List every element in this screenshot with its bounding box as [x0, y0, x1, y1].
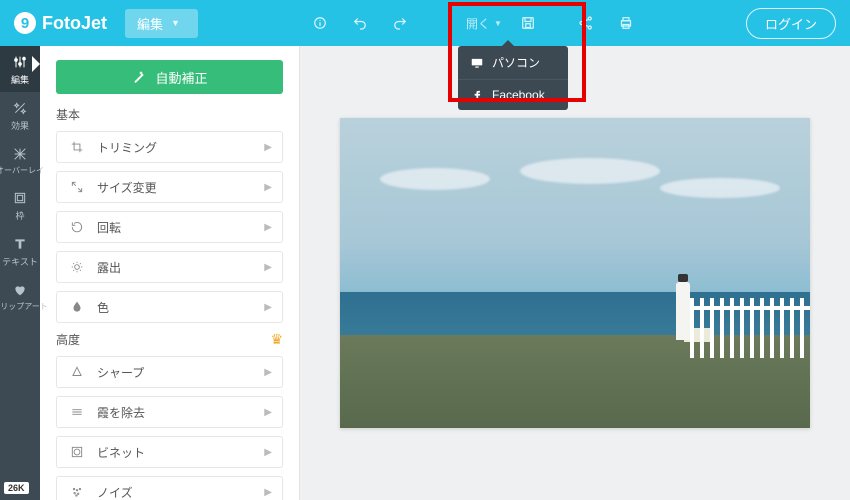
caret-down-icon: ▼ [494, 19, 502, 28]
auto-fix-button[interactable]: 自動補正 [56, 60, 283, 94]
top-center-tools: 開く ▼ ログイン [300, 0, 850, 46]
row-color-label: 色 [97, 299, 109, 316]
rail-overlay[interactable]: オーバーレイ [0, 138, 40, 182]
open-from-computer[interactable]: パソコン [458, 46, 568, 79]
row-dehaze[interactable]: 霞を除去 ▶ [56, 396, 283, 428]
rail-text-label: テキスト [2, 255, 38, 268]
row-crop[interactable]: トリミング ▶ [56, 131, 283, 163]
row-noise[interactable]: ノイズ ▶ [56, 476, 283, 500]
app-body: 編集 効果 オーバーレイ 枠 テキスト クリップアート 26K [0, 46, 850, 500]
share-icon[interactable] [566, 0, 606, 46]
facebook-icon [470, 88, 484, 102]
row-resize[interactable]: サイズ変更 ▶ [56, 171, 283, 203]
chevron-right-icon: ▶ [264, 182, 272, 193]
resize-icon [67, 180, 87, 194]
rail-text[interactable]: テキスト [0, 228, 40, 274]
chevron-right-icon: ▶ [264, 447, 272, 458]
open-from-facebook[interactable]: Facebook [458, 79, 568, 110]
rail-clipart-label: クリップアート [0, 301, 48, 312]
rail-clipart[interactable]: クリップアート [0, 274, 40, 318]
logo-icon: 9 [14, 12, 36, 34]
monitor-icon [470, 56, 484, 70]
chevron-right-icon: ▶ [264, 262, 272, 273]
color-icon [67, 300, 87, 314]
wand-icon [131, 69, 147, 85]
row-resize-label: サイズ変更 [97, 179, 157, 196]
rail-frame[interactable]: 枠 [0, 182, 40, 228]
redo-icon[interactable] [380, 0, 420, 46]
open-from-computer-label: パソコン [492, 54, 540, 71]
edit-panel: 自動補正 基本 トリミング ▶ サイズ変更 ▶ 回転 [40, 46, 300, 500]
hint-icon[interactable] [300, 0, 340, 46]
chevron-right-icon: ▶ [264, 367, 272, 378]
row-exposure[interactable]: 露出 ▶ [56, 251, 283, 283]
noise-icon [67, 485, 87, 499]
rotate-icon [67, 220, 87, 234]
row-crop-label: トリミング [97, 139, 157, 156]
basic-section-title: 基本 [56, 106, 283, 123]
brand-name: FotoJet [42, 13, 107, 34]
row-sharpen-label: シャープ [97, 364, 144, 381]
rail-counter-badge: 26K [4, 482, 29, 494]
print-icon[interactable] [606, 0, 646, 46]
row-noise-label: ノイズ [97, 484, 133, 500]
rail-effect[interactable]: 効果 [0, 92, 40, 138]
advanced-section-title: 高度 ♛ [56, 331, 283, 348]
mode-label: 編集 [137, 14, 163, 33]
open-menu[interactable]: 開く ▼ [460, 0, 508, 46]
caret-down-icon: ▼ [171, 18, 180, 28]
row-sharpen[interactable]: シャープ ▶ [56, 356, 283, 388]
login-button[interactable]: ログイン [746, 8, 836, 39]
chevron-right-icon: ▶ [264, 407, 272, 418]
row-vignette[interactable]: ビネット ▶ [56, 436, 283, 468]
row-rotate[interactable]: 回転 ▶ [56, 211, 283, 243]
left-rail: 編集 効果 オーバーレイ 枠 テキスト クリップアート 26K [0, 46, 40, 500]
dehaze-icon [67, 405, 87, 419]
row-exposure-label: 露出 [97, 259, 121, 276]
top-bar: 9 FotoJet 編集 ▼ 開く ▼ [0, 0, 850, 46]
login-label: ログイン [765, 17, 817, 32]
rail-effect-label: 効果 [11, 119, 29, 132]
rail-frame-label: 枠 [15, 209, 24, 222]
basic-section-label: 基本 [56, 106, 80, 123]
vignette-icon [67, 445, 87, 459]
chevron-right-icon: ▶ [264, 487, 272, 498]
row-color[interactable]: 色 ▶ [56, 291, 283, 323]
row-rotate-label: 回転 [97, 219, 121, 236]
canvas-area [300, 46, 850, 500]
crop-icon [67, 140, 87, 154]
sharpen-icon [67, 365, 87, 379]
exposure-icon [67, 260, 87, 274]
rail-edit[interactable]: 編集 [0, 46, 40, 92]
chevron-right-icon: ▶ [264, 222, 272, 233]
rail-overlay-label: オーバーレイ [0, 165, 44, 176]
row-vignette-label: ビネット [97, 444, 145, 461]
logo[interactable]: 9 FotoJet [0, 12, 121, 34]
crown-icon: ♛ [270, 331, 283, 348]
rail-edit-label: 編集 [11, 73, 29, 86]
auto-fix-label: 自動補正 [155, 68, 207, 87]
canvas-image[interactable] [340, 118, 810, 428]
advanced-section-label: 高度 [56, 331, 80, 348]
undo-icon[interactable] [340, 0, 380, 46]
row-dehaze-label: 霞を除去 [97, 404, 145, 421]
mode-select[interactable]: 編集 ▼ [125, 9, 198, 38]
open-label: 開く [466, 15, 490, 32]
chevron-right-icon: ▶ [264, 142, 272, 153]
open-from-facebook-label: Facebook [492, 88, 545, 102]
open-dropdown: パソコン Facebook [458, 46, 568, 110]
chevron-right-icon: ▶ [264, 302, 272, 313]
